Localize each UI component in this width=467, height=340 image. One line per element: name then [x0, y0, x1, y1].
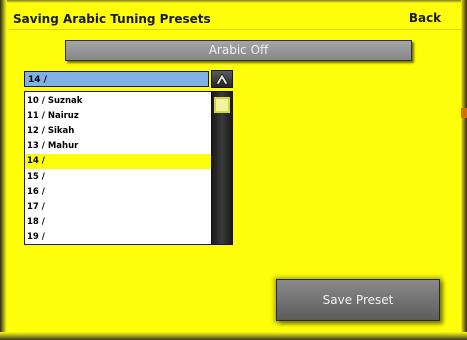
list-item[interactable]: 17 / [25, 200, 211, 215]
list-item[interactable]: 11 / Nairuz [25, 109, 211, 124]
back-button[interactable]: Back [396, 8, 454, 28]
list-item[interactable]: 14 / [25, 154, 211, 170]
bezel-bottom [0, 332, 467, 340]
bezel-right [461, 0, 467, 340]
page-title: Saving Arabic Tuning Presets [13, 12, 211, 26]
list-item[interactable]: 10 / Suznak [25, 94, 211, 109]
bezel-top [0, 0, 467, 3]
preset-list: 10 / Suznak 11 / Nairuz 12 / Sikah 13 / Mah… [24, 91, 211, 245]
list-item[interactable]: 15 / [25, 170, 211, 185]
list-item[interactable]: 13 / Mahur [25, 139, 211, 154]
list-item[interactable]: 12 / Sikah [25, 124, 211, 139]
scrollbar-track[interactable] [211, 91, 233, 245]
bezel-left [0, 0, 7, 340]
scrollbar-thumb[interactable] [214, 97, 230, 113]
combo-toggle-button[interactable] [211, 70, 233, 88]
list-item[interactable]: 18 / [25, 215, 211, 230]
chevron-up-icon [215, 73, 229, 85]
save-preset-button[interactable]: Save Preset [276, 279, 440, 321]
preset-combo-field[interactable]: 14 / [24, 71, 209, 87]
preset-screen: Saving Arabic Tuning Presets Back Arabic… [0, 0, 467, 340]
arabic-toggle-button[interactable]: Arabic Off [65, 40, 412, 61]
header-divider [9, 29, 461, 30]
list-item[interactable]: 19 / [25, 230, 211, 244]
list-item[interactable]: 16 / [25, 185, 211, 200]
bezel-accent [461, 108, 467, 118]
